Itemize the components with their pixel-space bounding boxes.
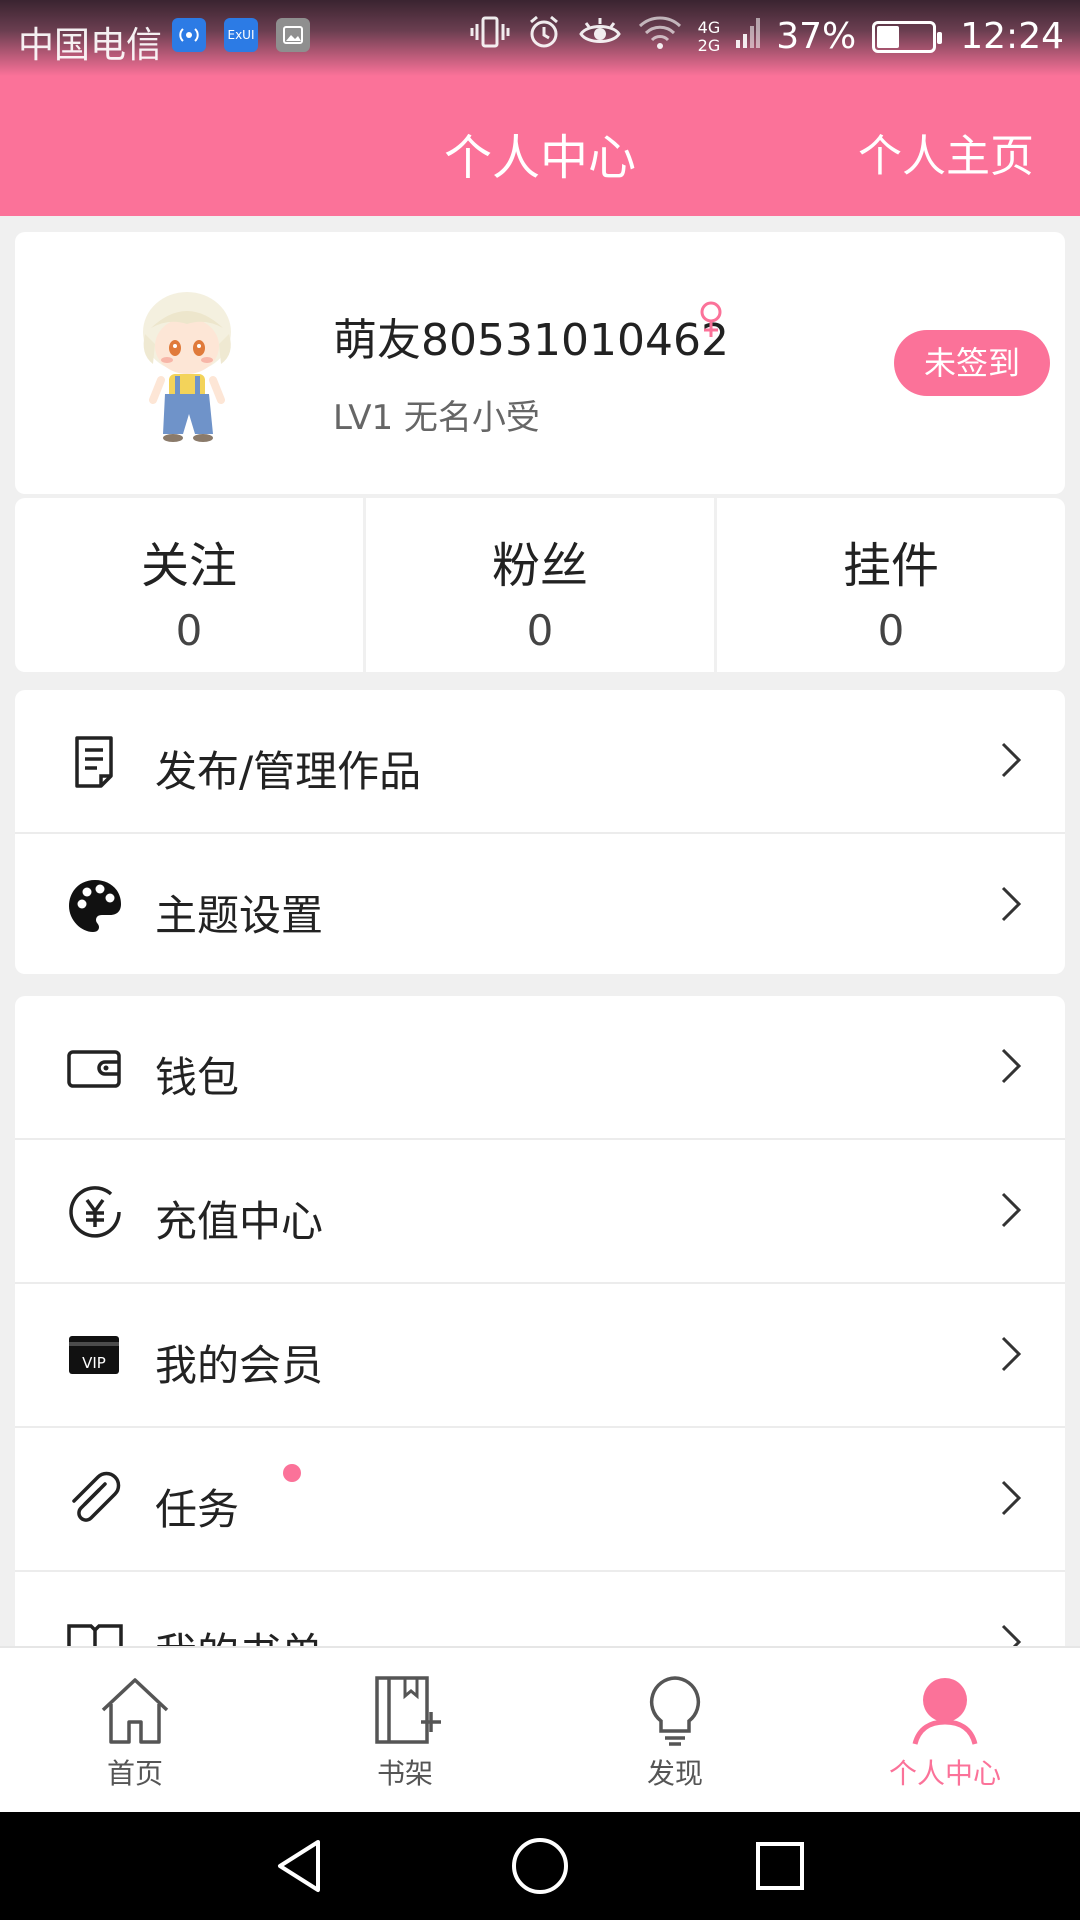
clock: 12:24 bbox=[960, 16, 1064, 57]
chevron-right-icon bbox=[1001, 1336, 1022, 1372]
stats-bar: 关注 0 粉丝 0 挂件 0 bbox=[15, 498, 1065, 672]
tab-label: 首页 bbox=[106, 1757, 163, 1790]
chevron-right-icon bbox=[1001, 742, 1022, 778]
chevron-right-icon bbox=[1001, 1624, 1022, 1646]
username: 萌友80531010462 bbox=[333, 315, 729, 366]
document-icon bbox=[75, 736, 113, 788]
recents-icon[interactable] bbox=[750, 1836, 810, 1896]
book-icon bbox=[67, 1624, 123, 1646]
menu-item-publish-works[interactable]: 发布/管理作品 bbox=[15, 690, 1065, 834]
sign-in-button[interactable]: 未签到 bbox=[894, 330, 1050, 396]
tab-label: 书架 bbox=[376, 1757, 433, 1790]
menu-item-label: 我的书单 bbox=[155, 1620, 323, 1646]
image-icon bbox=[276, 18, 310, 52]
tab-bookshelf[interactable]: 书架 bbox=[270, 1648, 540, 1812]
tab-label: 个人中心 bbox=[888, 1757, 1001, 1790]
profile-homepage-link[interactable]: 个人主页 bbox=[858, 120, 1034, 184]
notification-icons: ExUI bbox=[172, 18, 310, 52]
battery-percent: 37% bbox=[776, 16, 857, 57]
carrier-label: 中国电信 bbox=[18, 25, 163, 66]
palette-icon bbox=[69, 880, 121, 932]
menu-item-tasks[interactable]: 任务 bbox=[15, 1428, 1065, 1572]
yen-icon bbox=[69, 1186, 121, 1238]
wallet-icon bbox=[67, 1050, 121, 1088]
eye-icon bbox=[578, 14, 622, 59]
menu-item-label: 任务 bbox=[155, 1485, 240, 1534]
home-button-icon[interactable] bbox=[510, 1836, 570, 1896]
stat-value: 0 bbox=[175, 606, 203, 655]
paperclip-icon bbox=[72, 1471, 121, 1522]
network-type: 4G 2G bbox=[697, 17, 721, 55]
exui-icon: ExUI bbox=[224, 18, 258, 52]
network-4g: 4G bbox=[697, 17, 721, 37]
stat-following[interactable]: 关注 0 bbox=[15, 498, 363, 672]
stat-label: 关注 bbox=[140, 538, 237, 594]
bookshelf-icon bbox=[375, 1676, 441, 1744]
wifi-icon bbox=[638, 14, 682, 59]
chevron-right-icon bbox=[1001, 1192, 1022, 1228]
wifi-hotspot-icon bbox=[172, 18, 206, 52]
menu-item-label: 主题设置 bbox=[155, 891, 324, 940]
stat-value: 0 bbox=[877, 606, 905, 655]
stat-fans[interactable]: 粉丝 0 bbox=[366, 498, 714, 672]
chevron-right-icon bbox=[1001, 1048, 1022, 1084]
tab-discover[interactable]: 发现 bbox=[540, 1648, 810, 1812]
alarm-icon bbox=[526, 14, 562, 59]
menu-item-label: 发布/管理作品 bbox=[155, 747, 422, 796]
user-level: LV1 无名小受 bbox=[333, 398, 540, 438]
menu-item-wallet[interactable]: 钱包 bbox=[15, 996, 1065, 1140]
menu-item-membership[interactable]: VIP 我的会员 bbox=[15, 1284, 1065, 1428]
female-icon bbox=[697, 300, 725, 349]
profile-card[interactable]: 萌友80531010462 LV1 无名小受 未签到 bbox=[15, 232, 1065, 494]
app-header: 中国电信 ExUI 4G 2G 37% 12:24 个人中心 个人主页 bbox=[0, 0, 1080, 216]
lightbulb-icon bbox=[649, 1676, 701, 1746]
menu-item-booklist[interactable]: 我的书单 bbox=[15, 1572, 1065, 1646]
stat-pendants[interactable]: 挂件 0 bbox=[717, 498, 1065, 672]
person-icon bbox=[912, 1678, 978, 1745]
network-2g: 2G bbox=[697, 35, 721, 55]
tab-home[interactable]: 首页 bbox=[0, 1648, 270, 1812]
menu-group-works: 发布/管理作品 主题设置 bbox=[15, 690, 1065, 974]
avatar[interactable] bbox=[125, 284, 255, 444]
stat-value: 0 bbox=[526, 606, 554, 655]
vibrate-icon bbox=[470, 14, 510, 59]
battery-icon bbox=[872, 20, 943, 53]
menu-item-theme-settings[interactable]: 主题设置 bbox=[15, 834, 1065, 978]
chevron-right-icon bbox=[1001, 1480, 1022, 1516]
system-navigation-bar bbox=[0, 1812, 1080, 1920]
menu-item-label: 钱包 bbox=[155, 1053, 240, 1102]
home-icon bbox=[101, 1678, 169, 1744]
stat-label: 挂件 bbox=[842, 538, 939, 594]
menu-group-account: 钱包 充值中心 VIP 我的会员 任务 我的书单 bbox=[15, 996, 1065, 1646]
status-bar: 中国电信 ExUI 4G 2G 37% 12:24 bbox=[0, 0, 1080, 76]
tab-profile[interactable]: 个人中心 bbox=[810, 1648, 1080, 1812]
status-right: 4G 2G 37% 12:24 bbox=[470, 14, 1064, 59]
svg-text:VIP: VIP bbox=[82, 1354, 106, 1372]
stat-label: 粉丝 bbox=[491, 538, 588, 594]
chevron-right-icon bbox=[1001, 886, 1022, 922]
signal-icon bbox=[736, 14, 761, 59]
back-icon[interactable] bbox=[270, 1836, 330, 1896]
menu-item-recharge[interactable]: 充值中心 bbox=[15, 1140, 1065, 1284]
notification-badge bbox=[283, 1464, 301, 1482]
vip-icon: VIP bbox=[69, 1336, 119, 1374]
menu-item-label: 我的会员 bbox=[155, 1341, 324, 1390]
bottom-navigation: 首页 书架 发现 个人中心 bbox=[0, 1646, 1080, 1812]
tab-label: 发现 bbox=[646, 1757, 703, 1790]
menu-item-label: 充值中心 bbox=[155, 1197, 324, 1246]
